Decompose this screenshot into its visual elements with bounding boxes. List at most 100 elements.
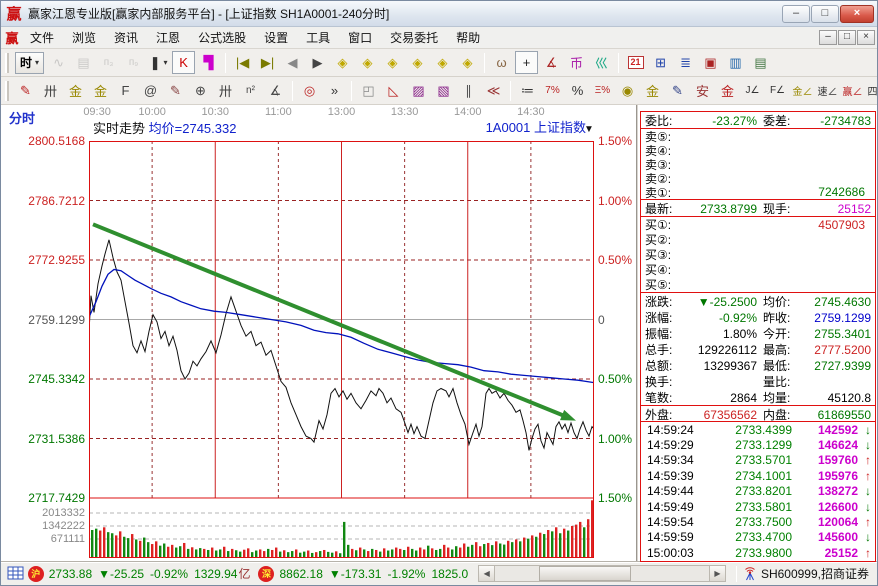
next-bar-icon[interactable]: ▶ [306,51,329,74]
wave-tool-icon[interactable]: 巛 [590,51,613,74]
gann-expand-icon-glyph: ◈ [388,55,398,71]
shenzhen-badge-icon[interactable]: 深 [258,566,274,582]
mdi-restore-button[interactable]: □ [838,30,856,45]
time-label-1000: 10:00 [138,106,166,118]
quote-table-icon[interactable] [7,566,24,581]
save-icon[interactable]: ▣ [699,51,722,74]
last-bar-icon[interactable]: ▶| [256,51,279,74]
marker-pen-icon[interactable]: ✎ [666,79,689,102]
intraday-chart[interactable] [89,141,594,558]
gold-angle-icon-glyph: 金∠ [793,83,813,98]
tick-time: 15:00:03 [647,546,709,560]
horizontal-scrollbar[interactable]: ◀ ▶ [478,565,726,582]
menu-item-9[interactable]: 交易委托 [381,27,447,48]
prev-bar-icon[interactable]: ◀ [281,51,304,74]
win-angle-icon[interactable]: 赢∠ [841,79,864,102]
gold-grid2-icon[interactable]: 金 [89,79,112,102]
target-icon[interactable]: ◎ [298,79,321,102]
candle-style-icon[interactable]: ❚▾ [147,51,170,74]
menu-item-7[interactable]: 工具 [297,27,339,48]
gold-grid-icon[interactable]: 金 [64,79,87,102]
gann-cross-icon[interactable]: ◈ [431,51,454,74]
scrollbar-track[interactable] [495,566,709,581]
parallel-lines-icon[interactable]: ∥ [457,79,480,102]
toolbar-grip-2[interactable] [5,81,9,101]
menu-item-3[interactable]: 资讯 [105,27,147,48]
scroll-right-icon[interactable]: ▶ [709,566,725,581]
gann-expand-icon[interactable]: ◈ [381,51,404,74]
spiral-icon[interactable]: @ [139,79,162,102]
gold-line-icon[interactable]: 金 [641,79,664,102]
current-stock-code[interactable]: SH600999,招商证券 [761,565,869,582]
fan-box2-icon[interactable]: ▧ [432,79,455,102]
menu-item-2[interactable]: 浏览 [63,27,105,48]
n-square-icon[interactable]: n² [239,79,262,102]
first-bar-icon[interactable]: |◀ [231,51,254,74]
box-tool-icon[interactable]: ◰ [357,79,380,102]
gann-arrow-right-icon[interactable]: ◈ [356,51,379,74]
gold-angle-icon[interactable]: 金∠ [791,79,814,102]
period-button[interactable]: 时 ▾ [15,52,44,74]
gold-red-icon[interactable]: 金 [716,79,739,102]
rays-icon[interactable]: ≪ [482,79,505,102]
menu-item-1[interactable]: 文件 [21,27,63,48]
notes-icon[interactable]: ≣ [674,51,697,74]
gann-grid-icon[interactable]: 卅 [39,79,62,102]
box-tool-icon-glyph: ◰ [362,83,374,99]
menu-item-10[interactable]: 帮助 [447,27,489,48]
pct-icon[interactable]: % [566,79,589,102]
scrollbar-thumb[interactable] [539,566,631,581]
minimize-button[interactable]: – [782,5,810,23]
brush-icon[interactable]: ✎ [14,79,37,102]
menu-item-6[interactable]: 设置 [255,27,297,48]
gann-square-icon[interactable]: 安 [691,79,714,102]
volume-bar [155,541,157,557]
volume-profile-icon[interactable]: ▜ [197,51,220,74]
gann-tool-icon[interactable]: 币 [565,51,588,74]
export-icon[interactable]: ▥ [724,51,747,74]
angle-measure-icon[interactable]: ∡ [540,51,563,74]
tick-price: 2733.1299 [709,438,792,452]
menu-item-8[interactable]: 窗口 [339,27,381,48]
intraday-chart-area[interactable]: 分时 09:3010:0010:3011:0013:0013:3014:0014… [1,105,638,561]
brush2-icon[interactable]: ✎ [164,79,187,102]
volume-bar [283,550,285,557]
fibo-icon[interactable]: F [114,79,137,102]
menu-item-5[interactable]: 公式选股 [189,27,255,48]
mdi-minimize-button[interactable]: – [819,30,837,45]
gann-cross-bold-icon[interactable]: ◈ [456,51,479,74]
scroll-left-icon[interactable]: ◀ [479,566,495,581]
save-icon-glyph: ▣ [704,55,716,71]
calendar-icon[interactable]: 21 [624,51,647,74]
stats-list-icon[interactable]: ≔ [516,79,539,102]
f-angle-icon[interactable]: F∠ [766,79,789,102]
close-button[interactable]: × [840,5,874,23]
su-angle-icon[interactable]: 速∠ [816,79,839,102]
pct7-icon[interactable]: 7% [541,79,564,102]
shanghai-badge-icon[interactable]: 沪 [28,566,44,582]
crosshair-icon[interactable]: + [515,51,538,74]
pan-hand-icon[interactable]: ω [490,51,513,74]
four-angle-icon[interactable]: 四∠ [866,79,877,102]
mdi-close-button[interactable]: × [857,30,875,45]
pct3-icon[interactable]: Ξ% [591,79,614,102]
j-angle-icon[interactable]: J∠ [741,79,764,102]
more-tools-icon[interactable]: » [323,79,346,102]
print-icon[interactable]: ▤ [749,51,772,74]
menu-item-4[interactable]: 江恩 [147,27,189,48]
trend-arrow-head [560,410,576,421]
gann-arrow-left-icon[interactable]: ◈ [331,51,354,74]
grid3-icon[interactable]: 卅 [214,79,237,102]
gann-compress-icon[interactable]: ◈ [406,51,429,74]
kline-red-icon[interactable]: K [172,51,195,74]
maximize-button[interactable]: □ [811,5,839,23]
fan-lines-icon[interactable]: ◺ [382,79,405,102]
gold-circle-icon[interactable]: ◉ [616,79,639,102]
calculator-icon[interactable]: ⊞ [649,51,672,74]
tick-price: 2733.8201 [709,484,792,498]
toolbar-grip[interactable] [5,53,9,73]
toolbar-separator [510,81,511,101]
time-circle-icon[interactable]: ⊕ [189,79,212,102]
fan-box-icon[interactable]: ▨ [407,79,430,102]
angle-tool-icon[interactable]: ∡ [264,79,287,102]
